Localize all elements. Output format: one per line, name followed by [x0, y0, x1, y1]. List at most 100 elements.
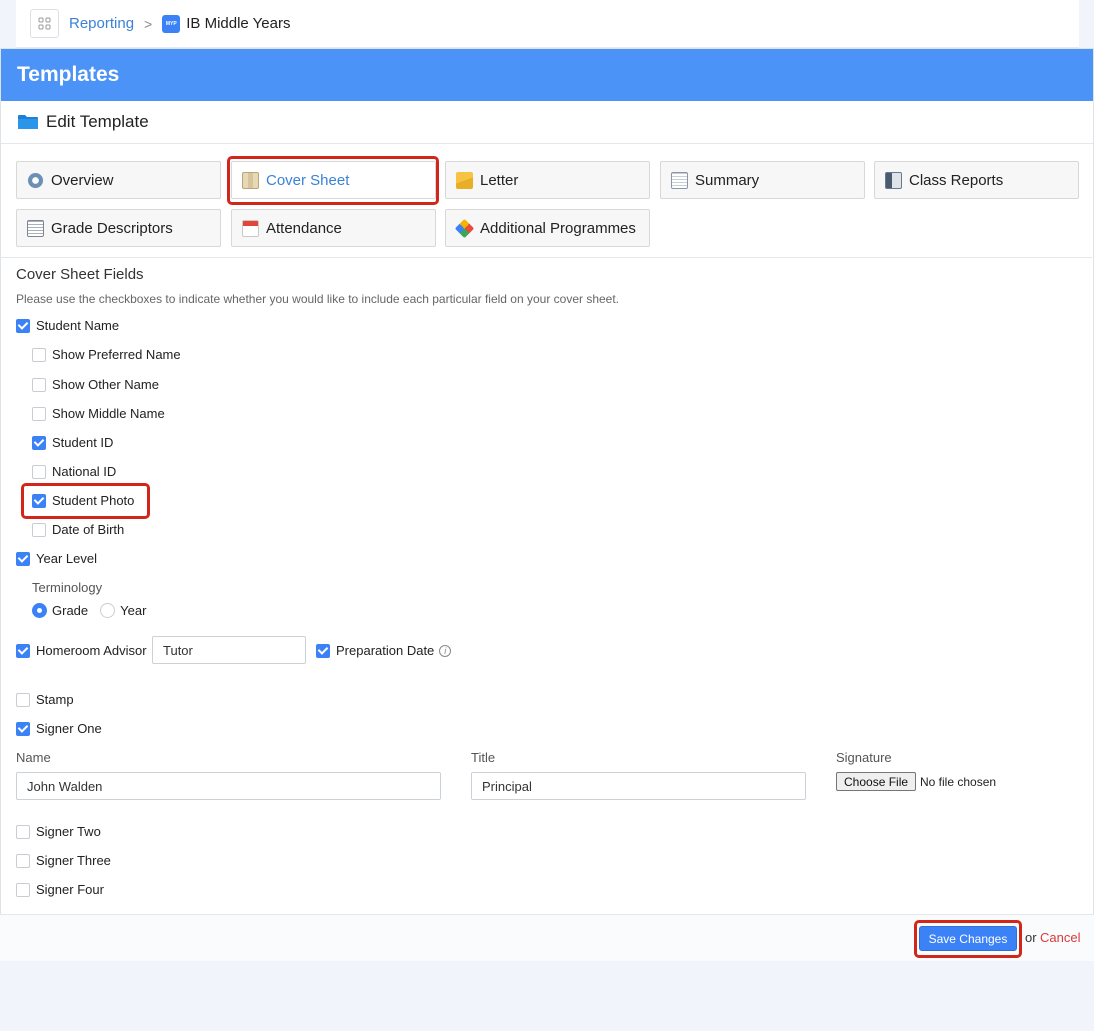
checkbox-box[interactable] — [32, 377, 46, 392]
checkbox-box[interactable] — [16, 692, 30, 707]
radio-label: Grade — [52, 603, 89, 618]
signer-one-checkbox[interactable]: Signer One — [16, 721, 102, 736]
gear-icon — [27, 171, 44, 189]
chevron-right-icon: > — [144, 15, 153, 32]
preparation-date-checkbox[interactable]: Preparation Date i — [316, 643, 452, 658]
help-text: Please use the checkboxes to indicate wh… — [16, 292, 620, 306]
student-id-checkbox[interactable]: Student ID — [32, 435, 113, 450]
apps-grid-button[interactable] — [30, 9, 59, 38]
envelope-icon — [456, 171, 473, 189]
tab-label: Grade Descriptors — [51, 219, 173, 237]
page-title: Templates — [1, 49, 1093, 101]
tab-overview[interactable]: Overview — [16, 161, 221, 199]
document-icon — [27, 219, 44, 237]
student-photo-highlight — [21, 483, 150, 519]
tab-label: Summary — [695, 171, 760, 189]
show-preferred-name-checkbox[interactable]: Show Preferred Name — [32, 347, 181, 362]
checkbox-label: Signer Four — [36, 882, 104, 897]
id-card-icon — [885, 171, 902, 189]
save-changes-highlight — [914, 920, 1022, 958]
stamp-checkbox[interactable]: Stamp — [16, 692, 74, 707]
tab-label: Overview — [51, 171, 114, 189]
signer-name-input[interactable] — [16, 772, 441, 800]
choose-file-button[interactable]: Choose File — [836, 772, 917, 791]
checkbox-box[interactable] — [16, 882, 30, 897]
cover-sheet-highlight — [227, 156, 439, 205]
tab-label: Letter — [480, 171, 519, 189]
info-icon[interactable]: i — [439, 644, 452, 657]
checkbox-box[interactable] — [316, 643, 330, 658]
clipboard-icon — [671, 171, 688, 189]
checkbox-box[interactable] — [16, 853, 30, 868]
radio-label: Year — [120, 603, 147, 618]
checkbox-box[interactable] — [16, 824, 30, 839]
signature-label: Signature — [836, 750, 892, 765]
checkbox-label: Show Preferred Name — [52, 347, 181, 362]
terminology-year-radio[interactable] — [100, 603, 116, 618]
puzzle-icon — [454, 218, 475, 238]
checkbox-label: Stamp — [36, 692, 74, 707]
breadcrumb-reporting-link[interactable]: Reporting — [69, 15, 134, 32]
cancel-link[interactable]: Cancel — [1040, 930, 1080, 945]
file-status-text: No file chosen — [920, 775, 997, 789]
checkbox-box[interactable] — [32, 464, 46, 479]
checkbox-label: Show Other Name — [52, 377, 159, 392]
signer-title-label: Title — [471, 750, 496, 765]
checkbox-label: Homeroom Advisor — [36, 643, 147, 658]
checkbox-label: Show Middle Name — [52, 406, 165, 421]
tab-letter[interactable]: Letter — [445, 161, 650, 199]
show-other-name-checkbox[interactable]: Show Other Name — [32, 377, 159, 392]
breadcrumb-current: IB Middle Years — [186, 15, 291, 32]
tab-label: Additional Programmes — [480, 219, 636, 237]
checkbox-box[interactable] — [16, 643, 30, 658]
myp-logo-icon: MYP — [162, 14, 181, 33]
checkbox-box[interactable] — [32, 347, 46, 362]
or-text: or — [1025, 930, 1037, 945]
checkbox-label: Signer Three — [36, 853, 111, 868]
section-title: Cover Sheet Fields — [16, 266, 144, 283]
homeroom-advisor-checkbox[interactable]: Homeroom Advisor — [16, 643, 147, 658]
terminology-grade-radio[interactable]: Grade Year — [32, 603, 146, 618]
signer-four-checkbox[interactable]: Signer Four — [16, 882, 104, 897]
calendar-icon — [242, 219, 259, 237]
breadcrumb: Reporting > MYP IB Middle Years — [16, 0, 1079, 48]
checkbox-box[interactable] — [16, 721, 30, 736]
terminology-label: Terminology — [32, 580, 103, 595]
folder-icon — [17, 114, 39, 130]
tab-label: Class Reports — [909, 171, 1004, 189]
edit-template-title: Edit Template — [46, 112, 149, 131]
myp-logo-text: MYP — [165, 20, 177, 27]
checkbox-label: Year Level — [36, 551, 97, 566]
checkbox-label: Signer Two — [36, 824, 101, 839]
checkbox-label: Student ID — [52, 435, 114, 450]
tab-class-reports[interactable]: Class Reports — [874, 161, 1079, 199]
tab-attendance[interactable]: Attendance — [231, 209, 436, 247]
tab-grade-descriptors[interactable]: Grade Descriptors — [16, 209, 221, 247]
tab-additional-programmes[interactable]: Additional Programmes — [445, 209, 650, 247]
signer-two-checkbox[interactable]: Signer Two — [16, 824, 101, 839]
date-of-birth-checkbox[interactable]: Date of Birth — [32, 522, 124, 537]
tab-summary[interactable]: Summary — [660, 161, 865, 199]
checkbox-box[interactable] — [16, 318, 30, 333]
checkbox-box[interactable] — [32, 406, 46, 421]
national-id-checkbox[interactable]: National ID — [32, 464, 116, 479]
signer-three-checkbox[interactable]: Signer Three — [16, 853, 111, 868]
checkbox-label: Date of Birth — [52, 522, 125, 537]
checkbox-label: National ID — [52, 464, 117, 479]
year-level-checkbox[interactable]: Year Level — [16, 551, 97, 566]
student-name-checkbox[interactable]: Student Name — [16, 318, 119, 333]
checkbox-label: Student Name — [36, 318, 120, 333]
grid-icon — [38, 17, 51, 30]
edit-template-header: Edit Template — [1, 101, 1093, 144]
signer-name-label: Name — [16, 750, 51, 765]
signer-title-input[interactable] — [471, 772, 806, 800]
show-middle-name-checkbox[interactable]: Show Middle Name — [32, 406, 165, 421]
checkbox-box[interactable] — [16, 551, 30, 566]
checkbox-box[interactable] — [32, 522, 46, 537]
checkbox-label: Signer One — [36, 721, 102, 736]
checkbox-label: Preparation Date — [336, 643, 435, 658]
radio-button[interactable] — [32, 603, 47, 618]
checkbox-box[interactable] — [32, 435, 46, 450]
tab-label: Attendance — [266, 219, 342, 237]
homeroom-advisor-input[interactable] — [152, 636, 306, 664]
